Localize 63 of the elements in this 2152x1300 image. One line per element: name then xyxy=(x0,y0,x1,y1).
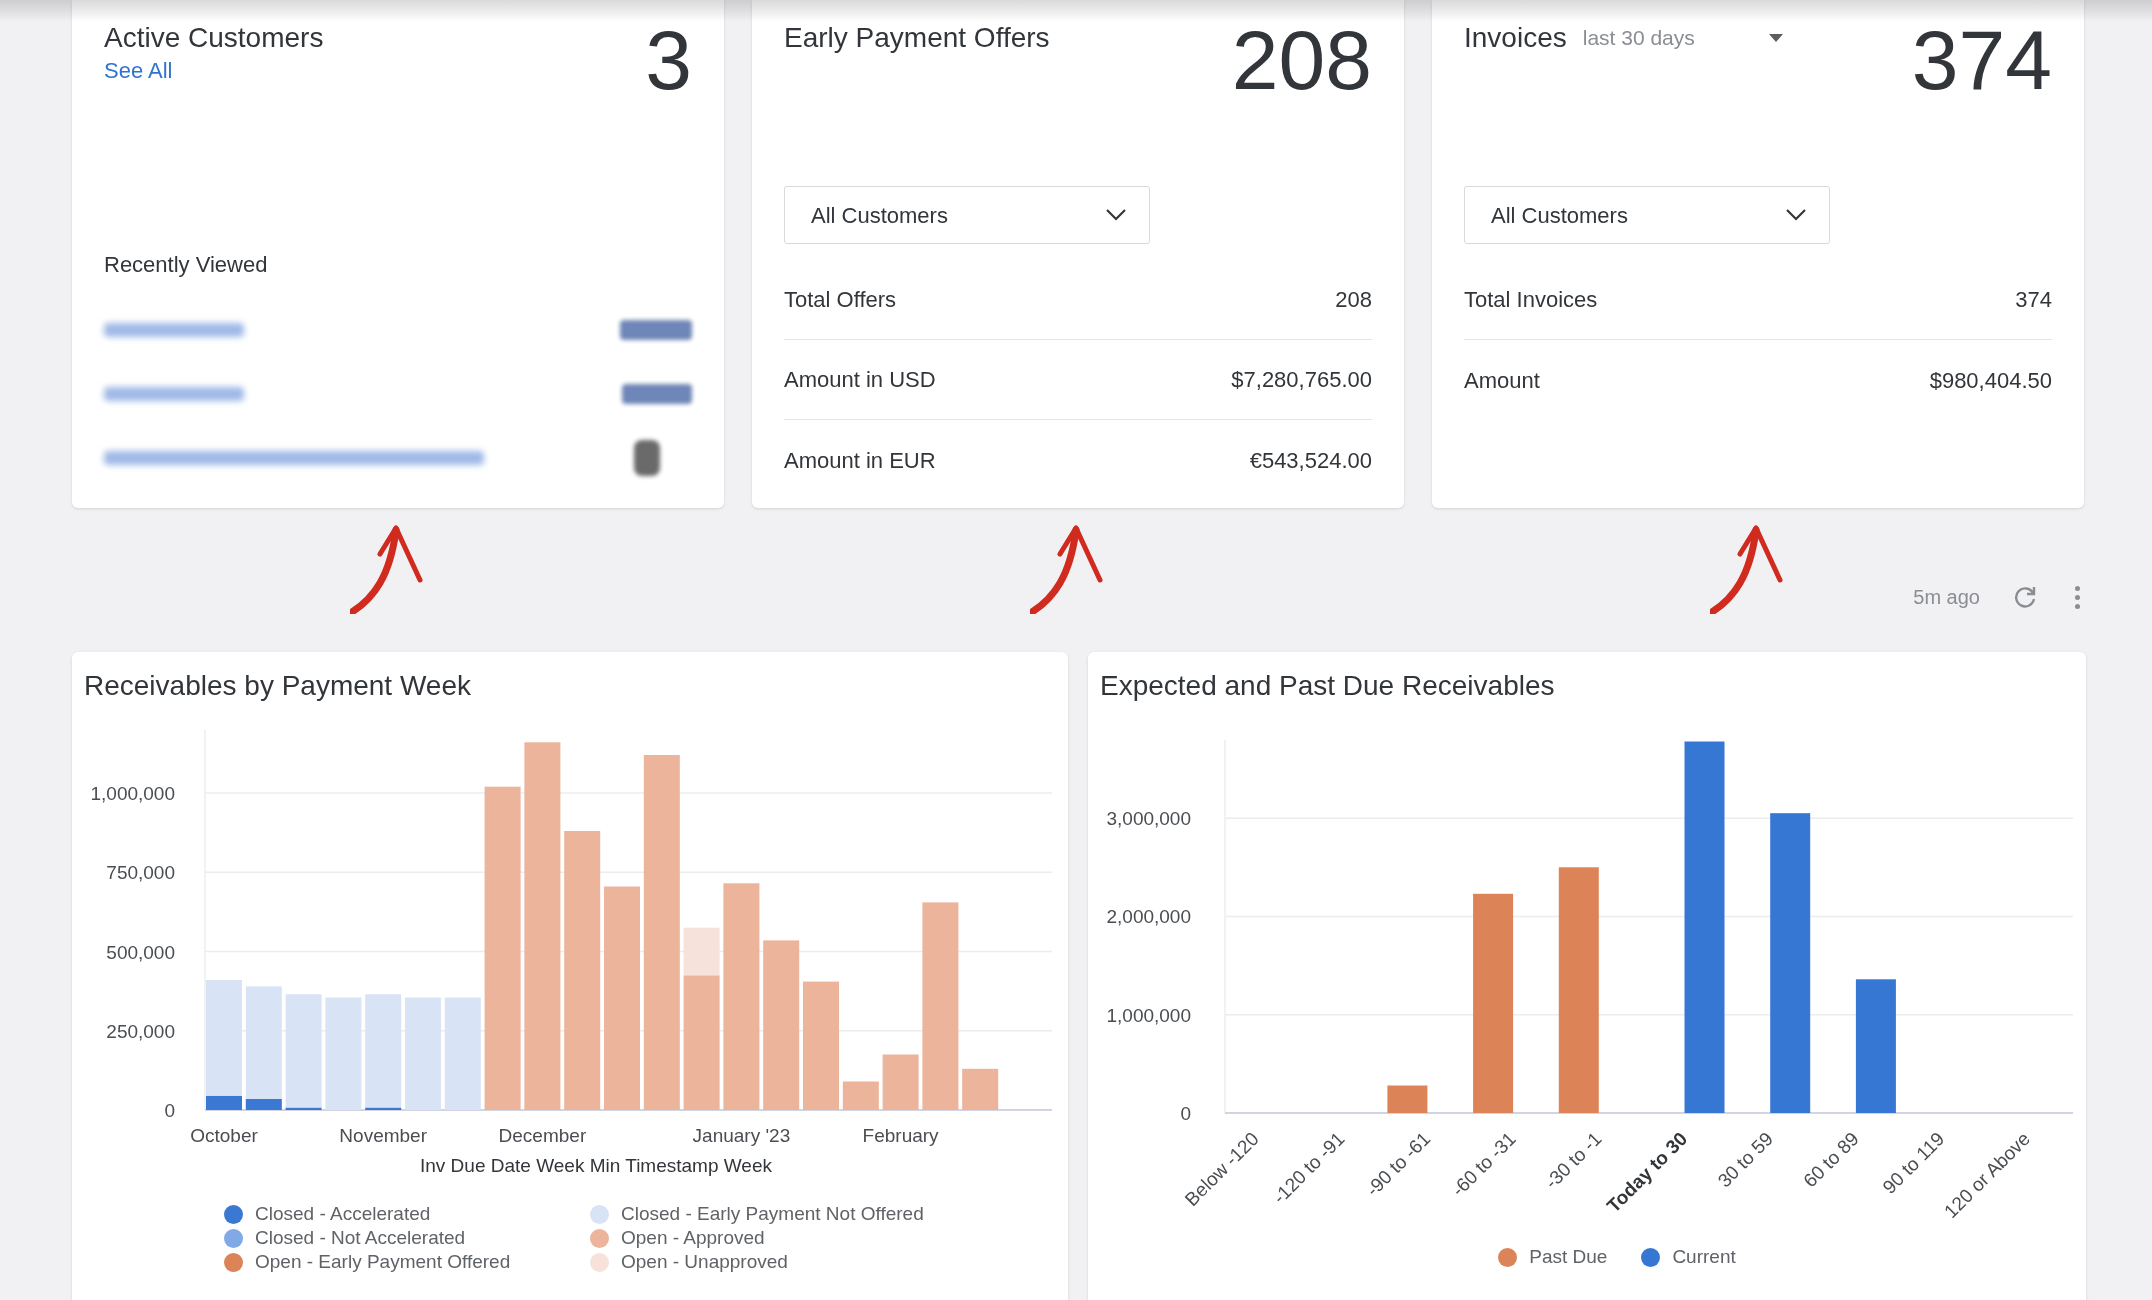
axis-tick-label: 250,000 xyxy=(106,1020,175,1042)
customer-dropdown[interactable]: All Customers xyxy=(1464,186,1830,244)
section-label: Recently Viewed xyxy=(104,251,269,279)
blurred-logo xyxy=(622,384,692,404)
legend-label: Open - Approved xyxy=(621,1226,765,1251)
caret-down-icon xyxy=(1768,34,1783,42)
chevron-down-icon xyxy=(1785,208,1807,222)
row-value: $7,280,765.00 xyxy=(1231,366,1372,394)
axis-tick-label: -30 to -1 xyxy=(1540,1128,1606,1193)
updated-time: 5m ago xyxy=(1913,585,1980,610)
legend-label: Current xyxy=(1672,1245,1736,1270)
axis-tick-label: November xyxy=(339,1125,428,1146)
axis-tick-label: 0 xyxy=(1180,1103,1191,1124)
axis-tick-label: 30 to 59 xyxy=(1713,1128,1778,1192)
axis-tick-label: 500,000 xyxy=(106,941,175,963)
axis-tick-label: -90 to -61 xyxy=(1361,1128,1435,1201)
row-label: Amount in EUR xyxy=(784,446,936,475)
axis-tick-label: 60 to 89 xyxy=(1799,1128,1863,1192)
legend-label: Closed - Early Payment Not Offered xyxy=(621,1202,924,1227)
count-value: 374 xyxy=(1911,18,2052,102)
axis-tick-label: 2,000,000 xyxy=(1106,906,1191,928)
count-value: 208 xyxy=(1231,18,1372,102)
row-label: Amount xyxy=(1464,366,1540,395)
row-value: €543,524.00 xyxy=(1249,446,1372,475)
axis-tick-label: 1,000,000 xyxy=(1106,1004,1191,1026)
axis-tick-label: October xyxy=(190,1125,258,1146)
card-title: Active Customers xyxy=(104,21,324,55)
axis-tick-label: 3,000,000 xyxy=(1106,808,1191,830)
count-value: 3 xyxy=(645,18,692,102)
axis-tick-label: 0 xyxy=(164,1100,175,1121)
axis-tick-label: February xyxy=(862,1125,939,1146)
legend-label: Past Due xyxy=(1529,1245,1608,1270)
blurred-logo xyxy=(620,320,692,340)
bar xyxy=(962,1068,999,1110)
axis-tick-label: January '23 xyxy=(692,1125,791,1146)
row-label: Total Offers xyxy=(784,286,897,314)
axis-tick-label: -60 to -31 xyxy=(1447,1128,1520,1201)
chart-title: Expected and Past Due Receivables xyxy=(1099,669,1555,703)
legend-label: Closed - Accelerated xyxy=(255,1202,431,1227)
legend-label: Open - Unapproved xyxy=(621,1250,788,1275)
axis-tick-label: December xyxy=(498,1125,587,1146)
see-all-link[interactable]: See All xyxy=(104,56,324,86)
row-value: $980,404.50 xyxy=(1929,366,2052,395)
bar xyxy=(882,1054,919,1110)
axis-tick-label: 750,000 xyxy=(106,862,175,884)
axis-title: Inv Due Date Week Min Timestamp Week xyxy=(420,1155,772,1176)
card-title: Early Payment Offers xyxy=(784,21,1050,55)
axis-tick-label: 1,000,000 xyxy=(90,783,175,804)
row-value: 374 xyxy=(2015,286,2052,314)
legend-label: Open - Early Payment Offered xyxy=(255,1250,511,1275)
customer-dropdown[interactable]: All Customers xyxy=(784,186,1150,244)
bar xyxy=(1387,1085,1428,1113)
chart-title: Receivables by Payment Week xyxy=(83,669,471,703)
card-title: Invoices xyxy=(1464,21,1567,55)
row-label: Total Invoices xyxy=(1464,286,1598,314)
axis-tick-label: -120 to -91 xyxy=(1268,1128,1349,1208)
bar xyxy=(842,1081,879,1110)
legend-label: Closed - Not Accelerated xyxy=(255,1226,466,1251)
chevron-down-icon xyxy=(1105,208,1127,222)
axis-tick-label: 90 to 119 xyxy=(1878,1128,1949,1198)
blurred-logo xyxy=(634,440,660,476)
row-value: 208 xyxy=(1335,286,1372,314)
row-label: Amount in USD xyxy=(784,366,936,394)
